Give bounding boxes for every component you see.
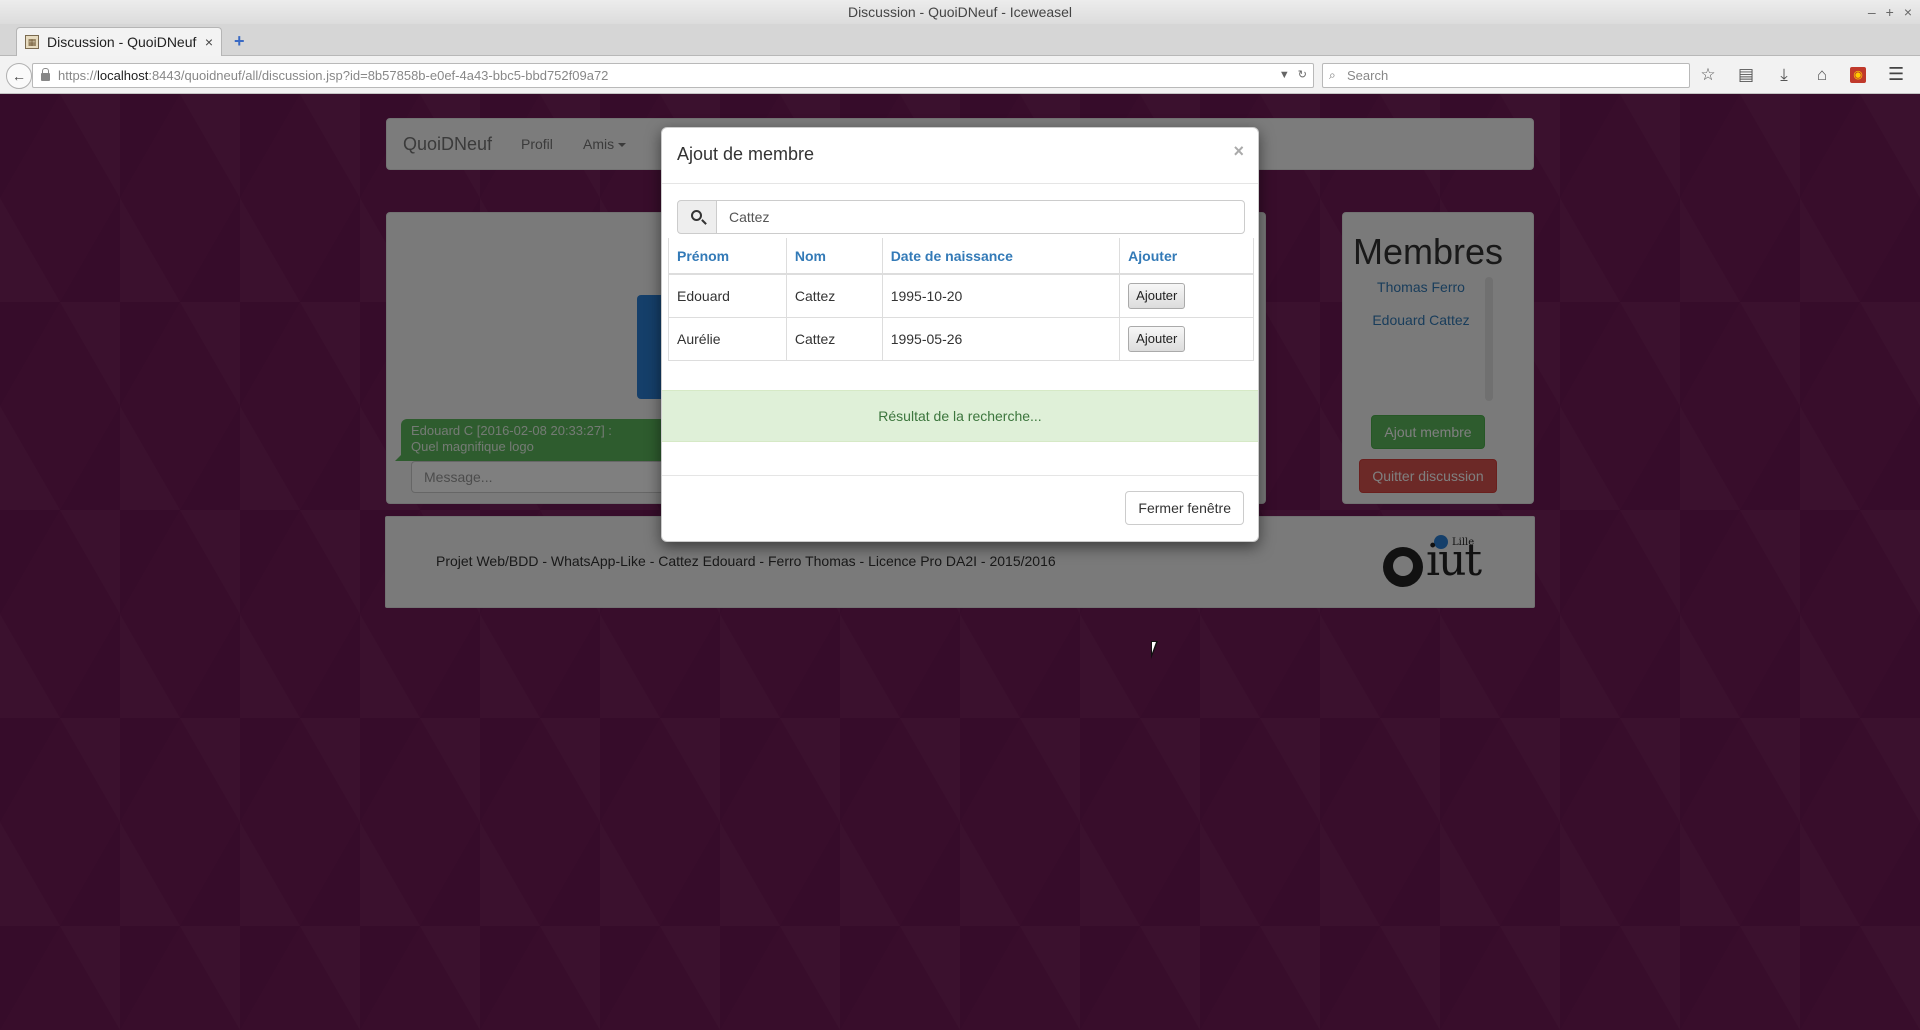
url-prefix: https:// [58, 68, 98, 83]
add-user-button[interactable]: Ajouter [1128, 325, 1186, 352]
cell-action: Ajouter [1119, 316, 1254, 361]
new-tab-icon[interactable]: + [234, 32, 245, 50]
toolbar-icons: ☆ ▤ ⤓ ⌂ ◉ [1698, 64, 1866, 86]
search-icon: ⌕ [1329, 68, 1336, 82]
cell-action: Ajouter [1119, 273, 1254, 318]
download-icon[interactable]: ⤓ [1774, 64, 1794, 86]
modal-title: Ajout de membre [677, 144, 815, 164]
mouse-cursor-icon [1151, 641, 1165, 659]
member-search-group [677, 200, 1245, 234]
table-row: Edouard Cattez 1995-10-20 Ajouter [668, 273, 1254, 318]
tab-close-icon[interactable]: × [205, 34, 213, 50]
minimize-icon[interactable]: – [1868, 0, 1876, 24]
cell-date: 1995-05-26 [881, 316, 1121, 361]
address-bar[interactable]: https://localhost:8443/quoidneuf/all/dis… [32, 63, 1314, 88]
window-titlebar: Discussion - QuoiDNeuf - Iceweasel – + × [0, 0, 1920, 24]
tab-title: Discussion - QuoiDNeuf [47, 34, 197, 50]
tab-discussion[interactable]: ▦ Discussion - QuoiDNeuf × [16, 27, 222, 56]
favicon-icon: ▦ [25, 35, 39, 49]
column-header-ajouter[interactable]: Ajouter [1119, 238, 1254, 275]
maximize-icon[interactable]: + [1886, 0, 1894, 24]
table-row: Aurélie Cattez 1995-05-26 Ajouter [668, 316, 1254, 361]
cell-prenom: Edouard [668, 273, 787, 318]
hamburger-menu-icon[interactable]: ☰ [1888, 64, 1904, 85]
modal-footer: Fermer fenêtre [662, 475, 1258, 541]
add-member-modal: Ajout de membre × Prénom Nom Date de nai… [661, 127, 1259, 542]
addon-icon[interactable]: ◉ [1850, 67, 1866, 83]
results-table: Prénom Nom Date de naissance Ajouter Edo… [668, 238, 1254, 361]
url-host: localhost [97, 68, 149, 83]
back-arrow-icon[interactable]: ← [6, 63, 32, 89]
column-header-nom[interactable]: Nom [785, 238, 883, 275]
browser-toolbar: ← https://localhost:8443/quoidneuf/all/d… [0, 56, 1920, 94]
table-header-row: Prénom Nom Date de naissance Ajouter [668, 238, 1254, 275]
add-user-button[interactable]: Ajouter [1128, 282, 1186, 309]
reload-icon[interactable]: ↻ [1298, 64, 1307, 87]
window-title: Discussion - QuoiDNeuf - Iceweasel [847, 4, 1073, 20]
close-window-icon[interactable]: × [1904, 0, 1912, 24]
search-bar[interactable]: ⌕ Search [1322, 63, 1690, 88]
window-controls: – + × [1868, 0, 1912, 24]
dropdown-arrow-icon[interactable]: ▼ [1279, 64, 1290, 87]
home-icon[interactable]: ⌂ [1812, 64, 1832, 86]
tab-bar: ▦ Discussion - QuoiDNeuf × + [0, 24, 1920, 56]
column-header-date[interactable]: Date de naissance [881, 238, 1121, 275]
column-header-prenom[interactable]: Prénom [668, 238, 787, 275]
cell-nom: Cattez [785, 316, 883, 361]
cell-prenom: Aurélie [668, 316, 787, 361]
reading-list-icon[interactable]: ▤ [1736, 64, 1756, 86]
cell-nom: Cattez [785, 273, 883, 318]
search-addon [677, 200, 717, 234]
url-rest: :8443/quoidneuf/all/discussion.jsp?id=8b… [148, 68, 609, 83]
modal-header: Ajout de membre × [662, 128, 1258, 184]
cell-date: 1995-10-20 [881, 273, 1121, 318]
bookmark-star-icon[interactable]: ☆ [1698, 64, 1718, 86]
search-icon [691, 210, 702, 221]
modal-close-icon[interactable]: × [1233, 142, 1244, 160]
lock-icon [41, 67, 50, 81]
member-search-input[interactable] [716, 200, 1245, 234]
url-tools: ▼ ↻ [1279, 64, 1307, 87]
close-window-button[interactable]: Fermer fenêtre [1125, 491, 1244, 525]
search-result-alert: Résultat de la recherche... [662, 390, 1258, 442]
search-bar-placeholder: Search [1347, 68, 1389, 83]
